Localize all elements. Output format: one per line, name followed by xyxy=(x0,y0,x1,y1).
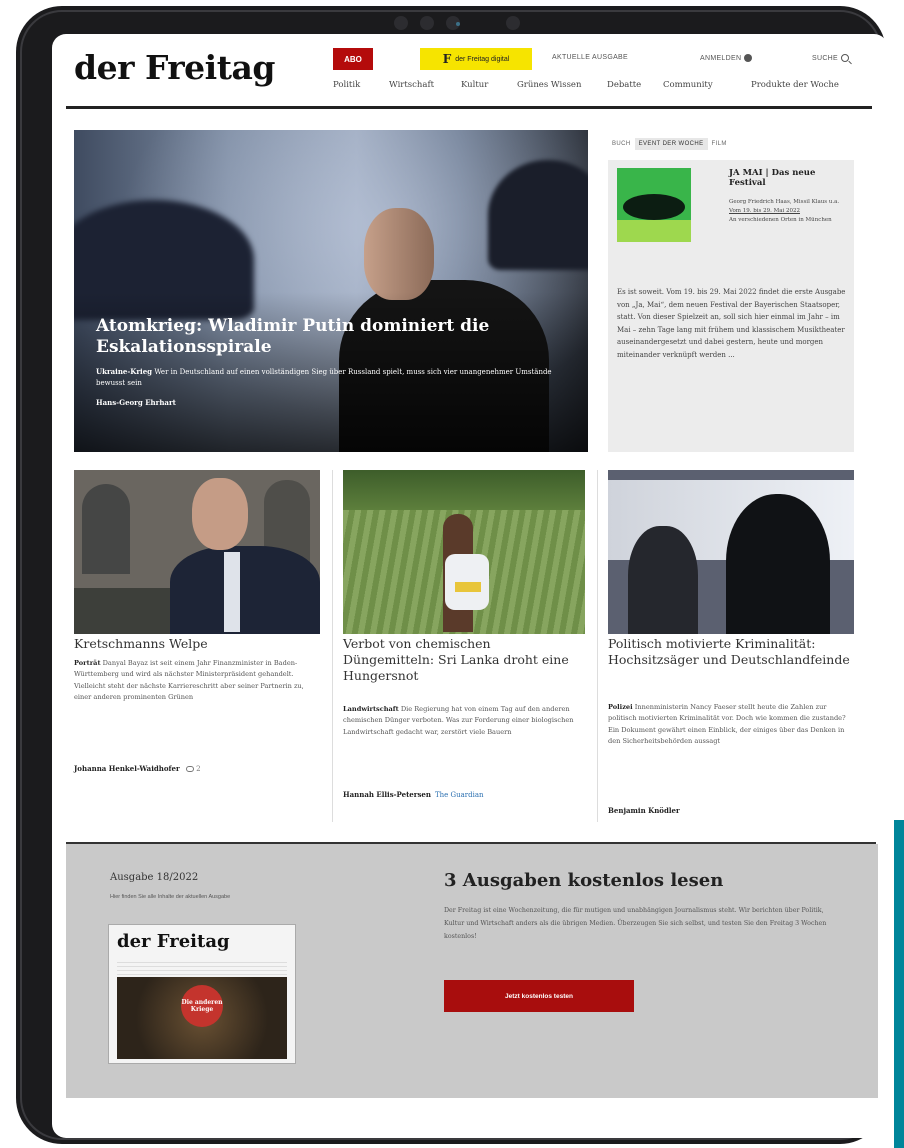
image-detail xyxy=(343,470,585,510)
freitag-f-icon: F xyxy=(442,52,452,66)
nav-item-gruenes-wissen[interactable]: Grünes Wissen xyxy=(517,80,581,90)
free-trial-button[interactable]: Jetzt kostenlos testen xyxy=(444,980,634,1012)
article-kicker: Landwirtschaft xyxy=(343,705,399,713)
event-title[interactable]: JA MAI | Das neue Festival xyxy=(729,168,849,188)
promo-text: Der Freitag ist eine Wochenzeitung, die … xyxy=(444,907,827,940)
article-author-row: Johanna Henkel-Waidhofer 2 xyxy=(74,764,201,773)
camera-sensor xyxy=(506,16,520,30)
digital-label: der Freitag digital xyxy=(455,55,510,63)
nav-item-debatte[interactable]: Debatte xyxy=(607,80,641,90)
article-author[interactable]: Johanna Henkel-Waidhofer xyxy=(74,764,180,773)
login-link[interactable]: ANMELDEN xyxy=(700,54,753,62)
event-description: Es ist soweit. Vom 19. bis 29. Mai 2022 … xyxy=(617,288,846,359)
search-link[interactable]: SUCHE xyxy=(812,54,850,62)
cover-logo: der Freitag xyxy=(117,931,230,952)
hero-image-detail xyxy=(364,208,434,300)
article-teaser-text: Danyal Bayaz ist seit einem Jahr Finanzm… xyxy=(74,659,304,701)
hero-teaser: Ukraine-Krieg Wer in Deutschland auf ein… xyxy=(96,366,566,389)
image-detail xyxy=(726,494,830,634)
image-detail xyxy=(192,478,248,550)
comment-icon[interactable] xyxy=(185,766,194,772)
article-image[interactable] xyxy=(74,470,320,634)
article-kicker: Polizei xyxy=(608,703,633,711)
browser-screen: der Freitag ABO F der Freitag digital AK… xyxy=(52,34,888,1138)
hero-kicker: Ukraine-Krieg xyxy=(96,367,153,376)
article-image[interactable] xyxy=(343,470,585,634)
image-detail xyxy=(224,552,240,632)
search-label: SUCHE xyxy=(812,54,839,62)
cover-art xyxy=(617,220,691,242)
column-divider xyxy=(597,470,598,822)
nav-item-politik[interactable]: Politik xyxy=(333,80,360,90)
issue-label[interactable]: Ausgabe 18/2022 xyxy=(110,872,198,883)
event-meta: Georg Friedrich Haas, Missil Klaus u.a. … xyxy=(729,198,849,225)
image-detail xyxy=(628,526,698,634)
article-teaser: Polizei Innenministerin Nancy Faeser ste… xyxy=(608,702,854,747)
cover-text-lines xyxy=(117,959,287,975)
site-logo[interactable]: der Freitag xyxy=(74,48,275,87)
issue-cover[interactable]: der Freitag Die anderen Kriege xyxy=(108,924,296,1064)
cover-image: Die anderen Kriege xyxy=(117,977,287,1059)
article-teaser: Porträt Danyal Bayaz ist seit einem Jahr… xyxy=(74,658,320,703)
sidebox-tabs: BUCH EVENT DER WOCHE FILM xyxy=(608,138,731,150)
hero-article[interactable]: Atomkrieg: Wladimir Putin dominiert die … xyxy=(74,130,588,452)
event-location: An verschiedenen Orten in München xyxy=(729,217,832,223)
event-box: JA MAI | Das neue Festival Georg Friedri… xyxy=(608,160,854,452)
image-detail xyxy=(82,484,130,574)
event-cover-image[interactable] xyxy=(617,168,691,242)
hero-author[interactable]: Hans-Georg Ehrhart xyxy=(96,398,176,407)
camera-sensor xyxy=(420,16,434,30)
article-title[interactable]: Verbot von chemischen Düngemitteln: Sri … xyxy=(343,636,585,684)
issue-subtitle: Hier finden Sie alle Inhalte der aktuell… xyxy=(110,894,231,900)
user-icon xyxy=(744,54,753,62)
current-issue-link[interactable]: AKTUELLE AUSGABE xyxy=(552,54,628,61)
abo-button[interactable]: ABO xyxy=(333,48,373,70)
event-artists: Georg Friedrich Haas, Missil Klaus u.a. xyxy=(729,199,840,205)
digital-button[interactable]: F der Freitag digital xyxy=(420,48,532,70)
nav-item-produkte[interactable]: Produkte der Woche xyxy=(751,80,839,90)
event-dates[interactable]: Vom 19. bis 29. Mai 2022 xyxy=(729,207,849,216)
hero-title[interactable]: Atomkrieg: Wladimir Putin dominiert die … xyxy=(96,316,516,358)
article-teaser-text: Innenministerin Nancy Faeser stellt heut… xyxy=(608,703,846,745)
article-author[interactable]: Benjamin Knödler xyxy=(608,806,680,815)
search-icon xyxy=(841,54,850,62)
source-link[interactable]: The Guardian xyxy=(435,791,484,799)
camera-dot xyxy=(456,22,460,26)
image-detail xyxy=(170,546,320,634)
column-divider xyxy=(332,470,333,822)
article-title[interactable]: Kretschmanns Welpe xyxy=(74,636,320,652)
tablet-frame: der Freitag ABO F der Freitag digital AK… xyxy=(16,6,888,1144)
article-image[interactable] xyxy=(608,470,854,634)
nav-item-wirtschaft[interactable]: Wirtschaft xyxy=(389,80,434,90)
subscription-section: Ausgabe 18/2022 Hier finden Sie alle Inh… xyxy=(66,844,878,1098)
camera-sensor xyxy=(394,16,408,30)
article-title[interactable]: Politisch motivierte Kriminalität: Hochs… xyxy=(608,636,854,668)
tab-event[interactable]: EVENT DER WOCHE xyxy=(634,138,708,150)
hero-teaser-text: Wer in Deutschland auf einen vollständig… xyxy=(96,368,552,387)
comment-count: 2 xyxy=(196,765,201,773)
tab-buch[interactable]: BUCH xyxy=(608,138,635,150)
nav-item-community[interactable]: Community xyxy=(663,80,713,90)
cover-art xyxy=(623,194,685,220)
article-teaser: Landwirtschaft Die Regierung hat von ein… xyxy=(343,704,585,738)
article-author[interactable]: Hannah Ellis-Petersen xyxy=(343,790,431,799)
image-detail xyxy=(455,582,481,592)
cover-headline: Die anderen Kriege xyxy=(181,985,223,1027)
tab-film[interactable]: FILM xyxy=(708,138,731,150)
accent-bar xyxy=(894,820,904,1148)
promo-title: 3 Ausgaben kostenlos lesen xyxy=(444,870,724,891)
login-label: ANMELDEN xyxy=(700,54,742,62)
nav-item-kultur[interactable]: Kultur xyxy=(461,80,488,90)
header-divider xyxy=(66,106,872,109)
article-author-row: Hannah Ellis-Petersen The Guardian xyxy=(343,790,484,799)
article-kicker: Porträt xyxy=(74,659,101,667)
